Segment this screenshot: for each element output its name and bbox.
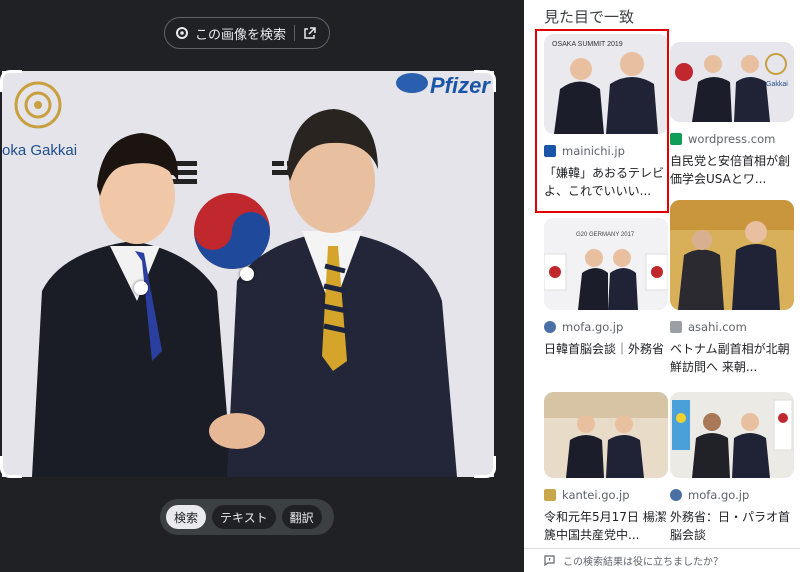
highlight-box (535, 29, 669, 213)
result-title[interactable]: 日韓首脳会談｜外務省 (544, 340, 668, 376)
site-favicon (544, 321, 556, 333)
object-dot[interactable] (240, 267, 254, 281)
feedback-icon (544, 555, 555, 566)
result-title[interactable]: ベトナム副首相が北朝鮮訪問へ 来朝... (670, 340, 794, 376)
result-title[interactable]: 外務省：日・パラオ首脳会談 (670, 508, 794, 544)
mode-text-tab[interactable]: テキスト (212, 505, 276, 529)
thumb-caption: Gakkai (766, 81, 788, 88)
result-source: asahi.com (688, 320, 747, 334)
thumb-caption: G20 GERMANY 2017 (576, 232, 635, 238)
result-thumbnail[interactable]: Gakkai (670, 42, 794, 122)
lens-icon (176, 27, 188, 39)
search-this-image-label: この画像を検索 (195, 27, 287, 43)
result-thumbnail[interactable] (670, 392, 794, 478)
site-favicon (670, 133, 682, 145)
site-favicon (670, 321, 682, 333)
feedback-bar[interactable]: この検索結果は役に立ちましたか？ (524, 548, 800, 572)
results-heading: 見た目で一致 (544, 8, 635, 26)
open-in-new-icon[interactable] (303, 26, 316, 40)
result-card[interactable]: Gakkai wordpress.com 自民党と安倍首相が創価学会USAとワ.… (670, 42, 794, 188)
crop-handle-top-right[interactable] (474, 70, 496, 92)
result-card[interactable]: G20 GERMANY 2017 mofa.go.jp 日韓首脳会談｜外務省 (544, 218, 668, 376)
object-dot[interactable] (134, 281, 148, 295)
site-favicon (544, 489, 556, 501)
result-source: mofa.go.jp (562, 320, 624, 334)
logo-left-text: oka Gakkai (2, 142, 77, 159)
result-card[interactable]: mofa.go.jp 外務省：日・パラオ首脳会談 (670, 392, 794, 544)
crop-handle-bottom-left[interactable] (0, 456, 22, 478)
lens-image-panel: この画像を検索 oka Gakkai Pfizer 検索 テキスト 翻訳 (0, 0, 524, 572)
crop-handle-top-left[interactable] (0, 70, 22, 92)
result-title[interactable]: 自民党と安倍首相が創価学会USAとワ... (670, 152, 794, 188)
result-thumbnail[interactable] (544, 392, 668, 478)
result-card[interactable]: asahi.com ベトナム副首相が北朝鮮訪問へ 来朝... (670, 200, 794, 376)
result-thumbnail[interactable] (670, 200, 794, 310)
site-favicon (670, 489, 682, 501)
result-title[interactable]: 令和元年5月17日 楊潔篪中国共産党中... (544, 508, 668, 544)
feedback-text: この検索結果は役に立ちましたか？ (563, 557, 723, 568)
search-this-image-button[interactable]: この画像を検索 (164, 17, 330, 49)
result-thumbnail[interactable]: G20 GERMANY 2017 (544, 218, 668, 310)
result-source: wordpress.com (688, 132, 776, 146)
result-source: mofa.go.jp (688, 488, 750, 502)
mode-switcher: 検索 テキスト 翻訳 (160, 499, 334, 535)
mode-translate-tab[interactable]: 翻訳 (281, 505, 322, 529)
result-card[interactable]: kantei.go.jp 令和元年5月17日 楊潔篪中国共産党中... (544, 392, 668, 544)
mode-search-tab[interactable]: 検索 (166, 505, 207, 529)
crop-handle-bottom-right[interactable] (474, 456, 496, 478)
pill-divider (294, 25, 296, 41)
result-source: kantei.go.jp (562, 488, 630, 502)
